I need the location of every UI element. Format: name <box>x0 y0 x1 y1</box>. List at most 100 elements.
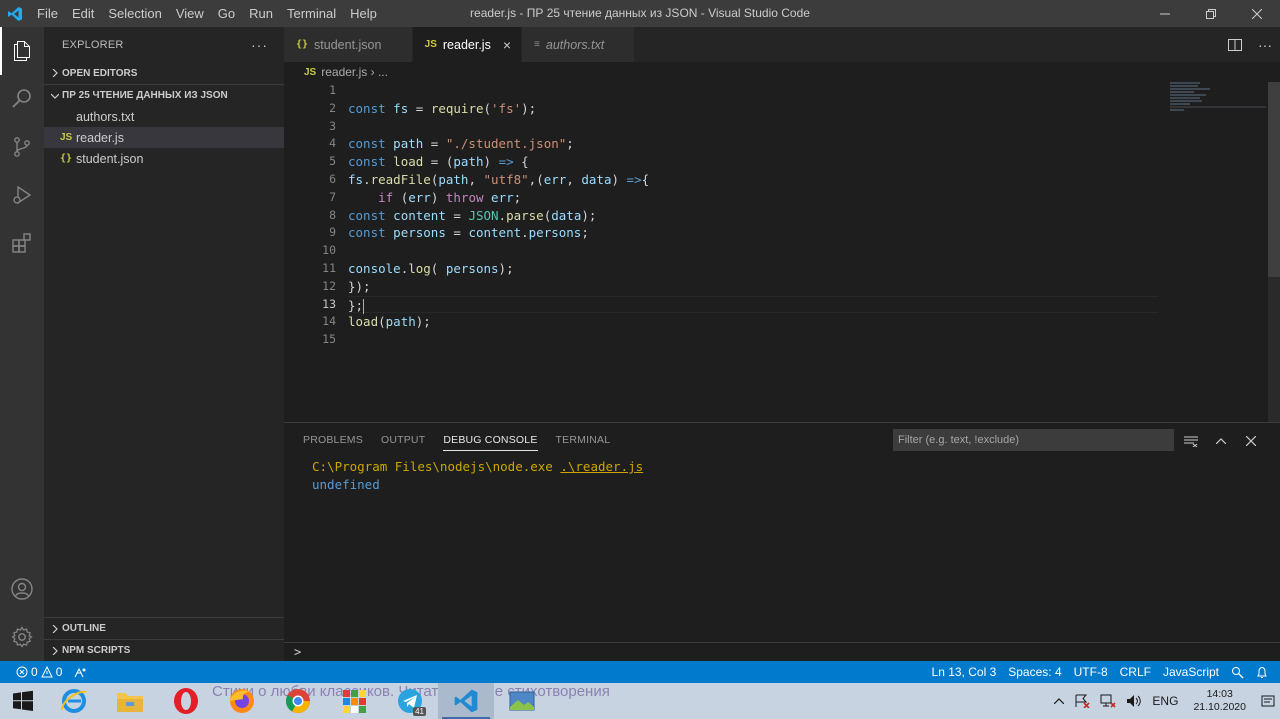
internet-explorer-icon[interactable] <box>46 683 102 719</box>
code-line[interactable]: const fs = require('fs'); <box>348 100 1158 118</box>
code-token: err <box>408 189 431 205</box>
tab-debug-console[interactable]: DEBUG CONSOLE <box>434 423 546 458</box>
rubiks-cube-app-icon[interactable] <box>326 683 382 719</box>
tab-authors-txt[interactable]: ≡ authors.txt × <box>522 27 636 62</box>
telegram-icon[interactable]: 41 <box>382 683 438 719</box>
language-mode[interactable]: JavaScript <box>1157 661 1225 683</box>
breadcrumb-rest[interactable]: › ... <box>371 65 388 79</box>
more-actions-icon[interactable]: ··· <box>1250 27 1280 62</box>
eol-status[interactable]: CRLF <box>1114 661 1157 683</box>
npm-scripts-section[interactable]: NPM SCRIPTS <box>44 639 284 661</box>
outline-section[interactable]: OUTLINE <box>44 617 284 639</box>
repl-input[interactable]: > <box>284 642 1280 661</box>
opera-browser-icon[interactable] <box>158 683 214 719</box>
file-explorer-icon[interactable] <box>102 683 158 719</box>
accounts-icon[interactable] <box>0 565 44 613</box>
notifications-icon[interactable] <box>1256 694 1280 708</box>
code-line[interactable]: if (err) throw err; <box>348 189 1158 207</box>
run-debug-icon[interactable] <box>0 171 44 219</box>
menu-terminal[interactable]: Terminal <box>280 0 343 27</box>
tab-output[interactable]: OUTPUT <box>372 423 434 458</box>
code-line[interactable]: const content = JSON.parse(data); <box>348 207 1158 225</box>
show-hidden-icons-icon[interactable] <box>1049 698 1069 704</box>
menu-file[interactable]: File <box>30 0 65 27</box>
folder-section[interactable]: ПР 25 ЧТЕНИЕ ДАННЫХ ИЗ JSON <box>44 84 284 106</box>
menu-run[interactable]: Run <box>242 0 280 27</box>
volume-icon[interactable] <box>1121 694 1147 708</box>
code-line[interactable]: const persons = content.persons; <box>348 224 1158 242</box>
code-token: => <box>498 154 514 170</box>
maximize-panel-icon[interactable] <box>1206 423 1236 458</box>
code-token: . <box>521 225 529 241</box>
extensions-icon[interactable] <box>0 219 44 267</box>
menu-help[interactable]: Help <box>343 0 384 27</box>
chrome-browser-icon[interactable] <box>270 683 326 719</box>
problems-status[interactable]: 0 0 <box>10 661 68 683</box>
tab-student-json[interactable]: {} student.json × <box>284 27 413 62</box>
image-viewer-icon[interactable] <box>494 683 550 719</box>
code-line[interactable]: fs.readFile(path, "utf8",(err, data) =>{ <box>348 171 1158 189</box>
console-filter-input[interactable] <box>893 429 1174 451</box>
tab-label: authors.txt <box>545 37 605 52</box>
close-window-button[interactable] <box>1234 0 1280 27</box>
breadcrumb-file[interactable]: reader.js <box>321 65 367 79</box>
firefox-browser-icon[interactable] <box>214 683 270 719</box>
action-center-flag-icon[interactable] <box>1069 694 1095 708</box>
minimap[interactable] <box>1170 82 1266 122</box>
file-reader-js[interactable]: JS reader.js <box>44 127 284 148</box>
code-line[interactable]: load(path); <box>348 313 1158 331</box>
code-editor[interactable]: 1 2 3 4 5 6 7 8 9 10 11 12 13 14 15 cons… <box>284 82 1280 422</box>
taskbar-clock[interactable]: 14:03 21.10.2020 <box>1183 688 1256 714</box>
vertical-scrollbar[interactable] <box>1268 82 1280 277</box>
live-share-icon[interactable] <box>68 661 92 683</box>
code-line[interactable]: }); <box>348 278 1158 296</box>
menu-edit[interactable]: Edit <box>65 0 101 27</box>
code-line[interactable]: console.log( persons); <box>348 260 1158 278</box>
code-line[interactable]: }; <box>348 295 1158 314</box>
close-panel-icon[interactable] <box>1236 423 1266 458</box>
code-line[interactable] <box>348 242 1158 260</box>
code-token: ; <box>581 225 589 241</box>
vscode-logo-icon[interactable] <box>0 0 30 27</box>
windows-start-icon[interactable] <box>0 683 46 719</box>
split-editor-icon[interactable] <box>1220 27 1250 62</box>
console-script-link[interactable]: .\reader.js <box>560 459 643 474</box>
code-line[interactable]: const load = (path) => { <box>348 153 1158 171</box>
error-icon <box>16 666 28 678</box>
code-token: data <box>551 207 582 223</box>
cursor-position[interactable]: Ln 13, Col 3 <box>926 661 1003 683</box>
open-editors-section[interactable]: OPEN EDITORS <box>44 62 284 84</box>
code-line[interactable] <box>348 118 1158 136</box>
menu-selection[interactable]: Selection <box>101 0 168 27</box>
indentation-status[interactable]: Spaces: 4 <box>1002 661 1067 683</box>
code-line[interactable] <box>348 82 1158 100</box>
code-area[interactable]: const fs = require('fs'); const path = "… <box>348 82 1158 349</box>
clear-console-icon[interactable] <box>1176 423 1206 458</box>
menu-go[interactable]: Go <box>211 0 242 27</box>
code-token: ) <box>430 189 446 205</box>
code-line[interactable]: const path = "./student.json"; <box>348 135 1158 153</box>
source-control-icon[interactable] <box>0 123 44 171</box>
restore-button[interactable] <box>1188 0 1234 27</box>
menu-view[interactable]: View <box>169 0 211 27</box>
tab-terminal[interactable]: TERMINAL <box>547 423 620 458</box>
notifications-bell-icon[interactable] <box>1250 661 1274 683</box>
more-actions-icon[interactable]: ··· <box>251 37 268 53</box>
vscode-taskbar-icon[interactable] <box>438 683 494 719</box>
search-icon[interactable] <box>0 75 44 123</box>
code-token: const <box>348 225 386 241</box>
feedback-icon[interactable] <box>1225 661 1250 683</box>
input-language[interactable]: ENG <box>1147 694 1183 708</box>
close-tab-icon[interactable]: × <box>503 37 511 53</box>
code-line[interactable] <box>348 331 1158 349</box>
network-icon[interactable] <box>1095 694 1121 708</box>
explorer-icon[interactable] <box>0 27 44 75</box>
tab-problems[interactable]: PROBLEMS <box>294 423 372 458</box>
manage-gear-icon[interactable] <box>0 613 44 661</box>
encoding-status[interactable]: UTF-8 <box>1068 661 1114 683</box>
minimize-button[interactable] <box>1142 0 1188 27</box>
file-student-json[interactable]: {} student.json <box>44 148 284 169</box>
file-authors-txt[interactable]: authors.txt <box>44 106 284 127</box>
tab-reader-js[interactable]: JS reader.js × <box>412 27 523 62</box>
console-output-line: undefined <box>312 476 380 492</box>
